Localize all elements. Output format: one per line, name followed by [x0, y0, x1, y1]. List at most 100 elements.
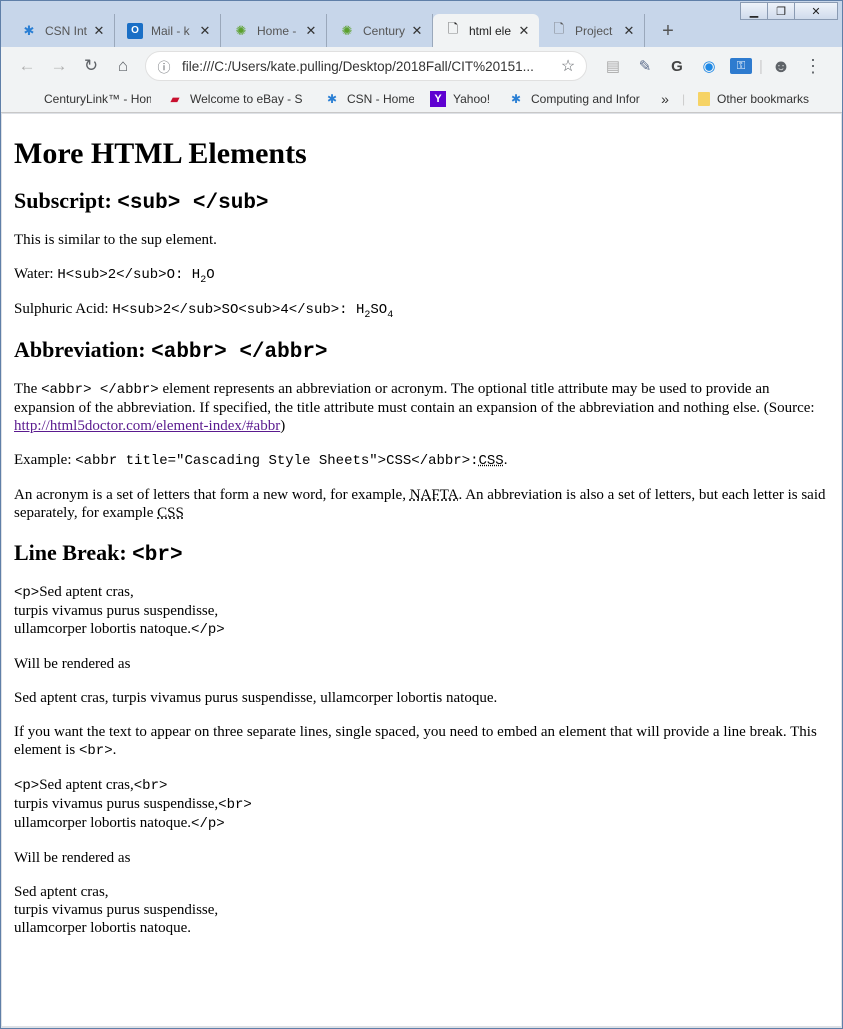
window-controls: ▁ ❐ ✕ — [740, 2, 838, 20]
back-button[interactable]: ← — [13, 52, 41, 80]
line-break-heading: Line Break: <br> — [14, 540, 829, 569]
url-text[interactable]: file:///C:/Users/kate.pulling/Desktop/20… — [182, 59, 558, 74]
centurylink-icon: ✺ — [341, 22, 353, 38]
home-button[interactable]: ⌂ — [109, 52, 137, 80]
heading-code: <br> — [132, 544, 183, 567]
bookmarks-overflow-button[interactable]: » — [648, 91, 682, 107]
abbreviation-heading: Abbreviation: <abbr> </abbr> — [14, 337, 829, 366]
tab-html-elements[interactable]: 🗋 html ele ✕ — [433, 14, 539, 47]
csn-star-icon: ✱ — [510, 91, 522, 106]
tab-label: Mail - k — [151, 23, 190, 38]
bookmark-csn-home[interactable]: ✱ CSN - Home — [316, 91, 422, 107]
code-example-2: <p>Sed aptent cras,<br> turpis vivamus pu… — [14, 777, 252, 832]
toolbar: ← → ↻ ⌂ ⓘ file:///C:/Users/kate.pulling/… — [1, 47, 842, 85]
bookmark-centurylink[interactable]: CenturyLink™ - Hom — [1, 91, 159, 107]
bookmark-star-icon[interactable]: ☆ — [558, 56, 578, 76]
abbr-example: Example: <abbr title="Cascading Style Sh… — [14, 452, 508, 469]
address-bar[interactable]: ⓘ file:///C:/Users/kate.pulling/Desktop/… — [145, 51, 587, 81]
bookmark-label: Yahoo! — [453, 91, 491, 106]
tab-close-icon[interactable]: ✕ — [198, 23, 212, 39]
tab-close-icon[interactable]: ✕ — [92, 23, 106, 39]
acid-label: Sulphuric Acid: — [14, 301, 113, 317]
pdf-extension-icon[interactable]: ▤ — [597, 52, 629, 80]
tab-label: Century — [363, 23, 406, 38]
key-extension-icon[interactable]: ⚿ — [730, 58, 752, 74]
bookmark-yahoo[interactable]: Y Yahoo! — [422, 90, 500, 107]
csn-star-icon: ✱ — [326, 91, 338, 106]
grammarly-extension-icon[interactable]: G — [661, 52, 693, 80]
document-icon: 🗋 — [447, 20, 459, 36]
html5doctor-link[interactable]: http://html5doctor.com/element-index/#ab… — [14, 418, 280, 434]
rendered-label-1: Will be rendered as — [14, 656, 131, 672]
tab-mail[interactable]: O Mail - k ✕ — [115, 14, 221, 47]
tab-close-icon[interactable]: ✕ — [517, 23, 531, 39]
separator: | — [682, 91, 686, 106]
heading-text: Abbreviation: — [14, 337, 152, 362]
other-bookmarks-label: Other bookmarks — [717, 91, 810, 106]
bookmark-label: CSN - Home — [347, 91, 414, 106]
rendered-label-2: Will be rendered as — [14, 850, 131, 866]
menu-kebab-icon[interactable]: ⋮ — [797, 52, 829, 80]
tab-close-icon[interactable]: ✕ — [622, 23, 636, 39]
bookmark-ebay[interactable]: ▰ Welcome to eBay - S — [159, 91, 316, 107]
tab-label: html ele — [469, 23, 512, 38]
css-abbreviation[interactable]: CSS — [157, 505, 184, 521]
document-icon: 🗋 — [553, 20, 565, 36]
separator: | — [759, 57, 763, 75]
eyedropper-extension-icon[interactable]: ✎ — [629, 52, 661, 80]
acid-example: Sulphuric Acid: H<sub>2</sub>SO<sub>4</s… — [14, 300, 829, 321]
ebay-icon: ▰ — [170, 91, 180, 106]
csn-star-icon: ✱ — [23, 22, 35, 38]
abbr-description: The <abbr> </abbr> element represents an… — [14, 381, 815, 434]
centurylink-icon: ✺ — [235, 22, 247, 38]
heading-text: Line Break: — [14, 540, 133, 565]
bookmark-label: Computing and Infor — [531, 91, 640, 106]
tab-label: CSN Int — [45, 23, 88, 38]
restore-button[interactable]: ❐ — [767, 2, 795, 20]
css-abbreviation[interactable]: CSS — [479, 453, 504, 469]
centurylink-icon — [21, 91, 37, 107]
rendered-output-2: Sed aptent cras, turpis vivamus purus sus… — [14, 884, 219, 936]
profile-avatar-icon[interactable]: ☻ — [765, 52, 797, 80]
title-bar: ▁ ❐ ✕ ✱ CSN Int ✕ O Mail - k ✕ ✺ Home - … — [1, 1, 842, 47]
rendered-output-1: Sed aptent cras, turpis vivamus purus su… — [14, 690, 498, 706]
water-code: H<sub>2</sub>O: — [57, 267, 192, 283]
bookmark-label: CenturyLink™ - Hom — [44, 91, 151, 106]
reload-button[interactable]: ↻ — [77, 52, 105, 80]
tab-label: Project — [575, 23, 613, 38]
circle-extension-icon[interactable]: ◉ — [693, 52, 725, 80]
minimize-button[interactable]: ▁ — [740, 2, 768, 20]
extensions: ▤ ✎ G ◉ ⚿ | ☻ ⋮ — [597, 52, 829, 80]
tab-close-icon[interactable]: ✕ — [304, 23, 318, 39]
water-example: Water: H<sub>2</sub>O: H2O — [14, 265, 829, 285]
close-window-button[interactable]: ✕ — [794, 2, 838, 20]
other-bookmarks[interactable]: Other bookmarks — [690, 91, 824, 106]
bookmark-computing[interactable]: ✱ Computing and Infor — [500, 91, 648, 107]
tab-project[interactable]: 🗋 Project ✕ — [539, 14, 645, 47]
page-content: More HTML Elements Subscript: <sub> </su… — [2, 114, 841, 1026]
folder-icon — [698, 91, 710, 106]
heading-code: <sub> </sub> — [117, 192, 269, 215]
br-explanation: If you want the text to appear on three … — [14, 724, 817, 759]
yahoo-icon: Y — [430, 90, 446, 107]
browser-window: ▁ ❐ ✕ ✱ CSN Int ✕ O Mail - k ✕ ✺ Home - … — [0, 0, 843, 1029]
acid-code: H<sub>2</sub>SO<sub>4</sub>: — [112, 302, 356, 318]
nafta-abbreviation[interactable]: NAFTA — [410, 487, 459, 503]
heading-text: Subscript: — [14, 188, 118, 213]
heading-code: <abbr> </abbr> — [151, 341, 328, 364]
water-label: Water: — [14, 266, 58, 282]
bookmarks-bar: CenturyLink™ - Hom ▰ Welcome to eBay - S… — [1, 85, 842, 113]
tab-close-icon[interactable]: ✕ — [410, 23, 424, 39]
tab-csn-intranet[interactable]: ✱ CSN Int ✕ — [9, 14, 115, 47]
page-title: More HTML Elements — [14, 137, 307, 170]
new-tab-button[interactable]: + — [653, 16, 683, 46]
tab-label: Home - — [257, 23, 297, 38]
tab-strip: ✱ CSN Int ✕ O Mail - k ✕ ✺ Home - ✕ ✺ Ce… — [9, 14, 683, 47]
code-example-1: <p>Sed aptent cras, turpis vivamus purus … — [14, 584, 225, 638]
tab-home[interactable]: ✺ Home - ✕ — [221, 14, 327, 47]
acid-formula: H2SO4 — [355, 302, 394, 321]
forward-button[interactable]: → — [45, 52, 73, 80]
tab-centurylink[interactable]: ✺ Century ✕ — [327, 14, 433, 47]
outlook-icon: O — [127, 22, 143, 39]
info-icon[interactable]: ⓘ — [154, 57, 174, 76]
